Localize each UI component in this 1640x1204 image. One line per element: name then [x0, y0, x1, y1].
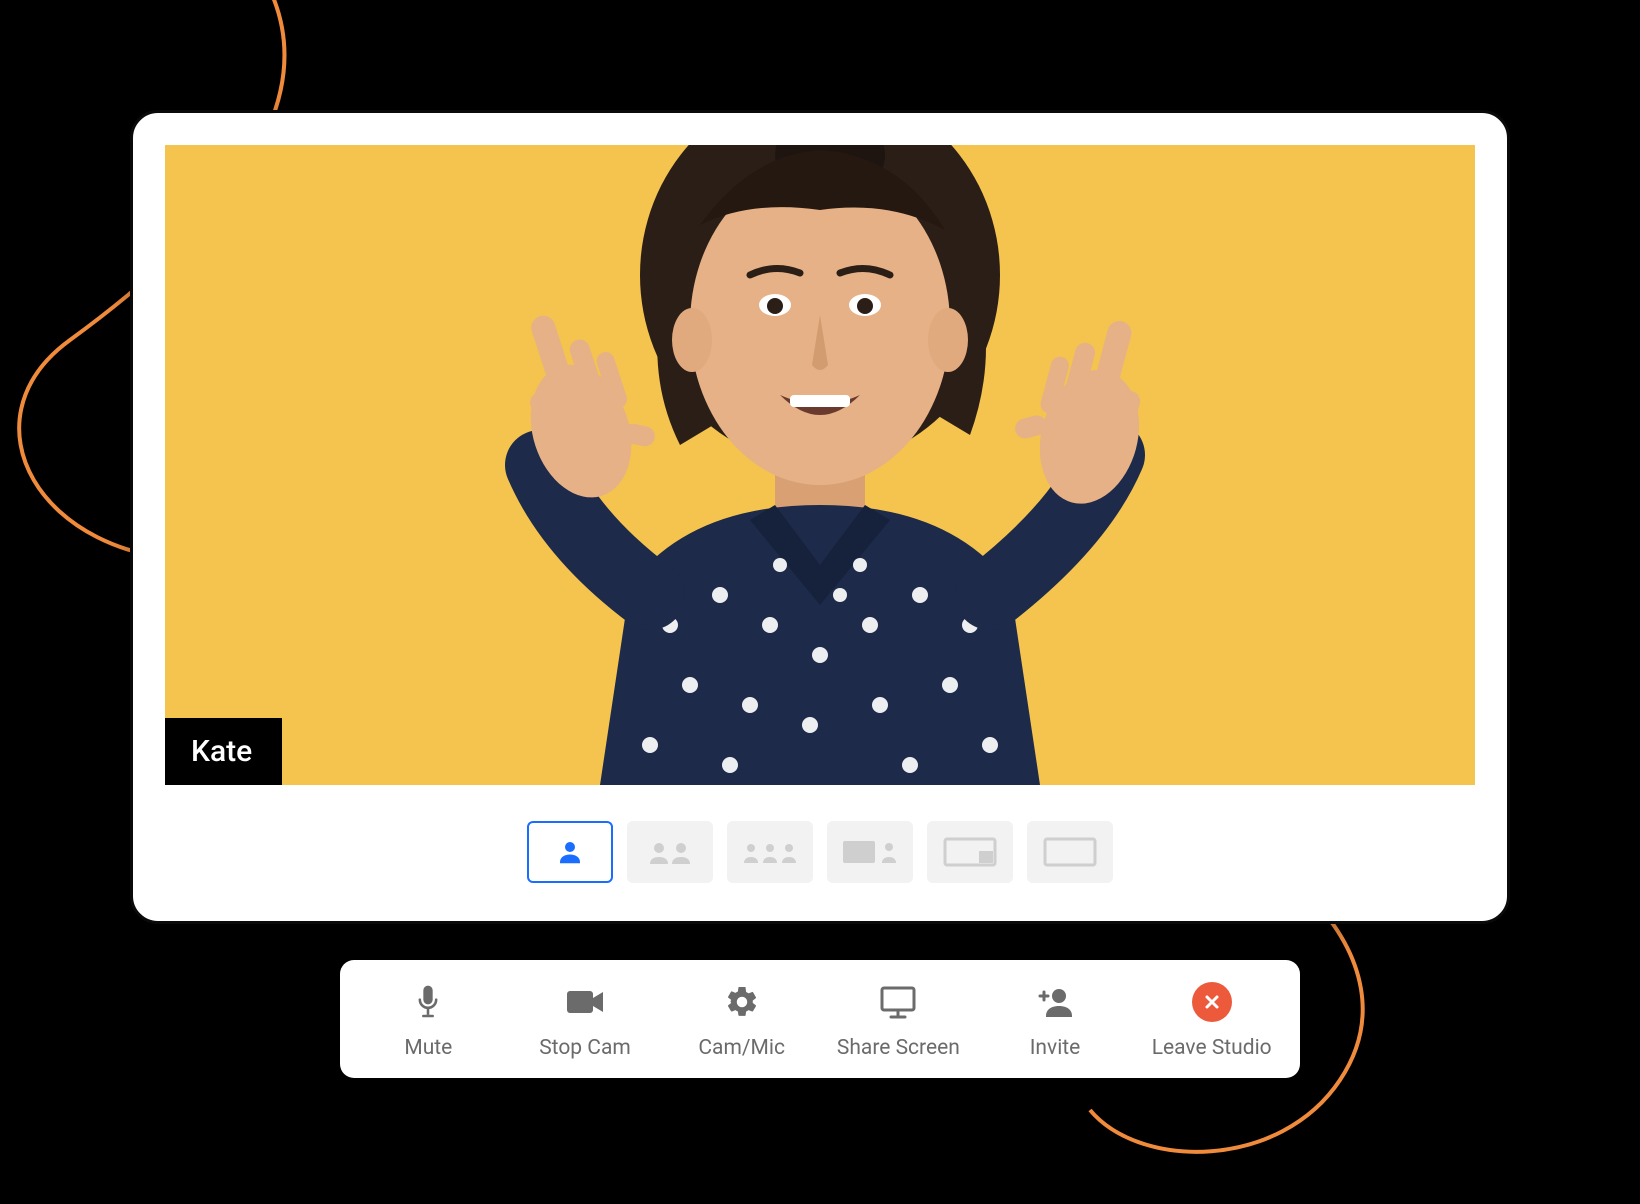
close-icon [1192, 982, 1232, 1022]
participant-video-figure [370, 145, 1270, 785]
leave-studio-button[interactable]: Leave Studio [1133, 982, 1290, 1060]
single-person-icon [555, 837, 585, 867]
participant-name-label: Kate [191, 734, 252, 769]
mute-label: Mute [404, 1036, 452, 1060]
screen-corner-icon [939, 833, 1001, 871]
add-user-icon [1035, 982, 1075, 1022]
control-toolbar: Mute Stop Cam Cam/Mic Share Screen [340, 960, 1300, 1078]
layout-option-screen-full[interactable] [1027, 821, 1113, 883]
layout-selector-row [165, 821, 1475, 883]
three-person-icon [739, 839, 801, 865]
gear-icon [724, 982, 760, 1022]
stop-cam-label: Stop Cam [539, 1036, 631, 1060]
invite-button[interactable]: Invite [977, 982, 1134, 1060]
layout-option-screen-corner[interactable] [927, 821, 1013, 883]
studio-window: Kate [130, 110, 1510, 924]
layout-option-two-up[interactable] [627, 821, 713, 883]
invite-label: Invite [1030, 1036, 1081, 1060]
cam-mic-settings-button[interactable]: Cam/Mic [663, 982, 820, 1060]
share-screen-button[interactable]: Share Screen [820, 982, 977, 1060]
stop-cam-button[interactable]: Stop Cam [507, 982, 664, 1060]
video-feed: Kate [165, 145, 1475, 785]
screen-plus-person-icon [839, 835, 901, 869]
layout-option-single[interactable] [527, 821, 613, 883]
screen-full-icon [1039, 833, 1101, 871]
camera-icon [565, 982, 605, 1022]
participant-name-badge: Kate [165, 718, 282, 785]
share-screen-label: Share Screen [837, 1036, 960, 1060]
monitor-icon [878, 982, 918, 1022]
leave-studio-label: Leave Studio [1152, 1036, 1272, 1060]
layout-option-three-up[interactable] [727, 821, 813, 883]
layout-option-screen-person[interactable] [827, 821, 913, 883]
cam-mic-label: Cam/Mic [698, 1036, 785, 1060]
two-person-icon [645, 838, 695, 866]
microphone-icon [414, 982, 442, 1022]
mute-button[interactable]: Mute [350, 982, 507, 1060]
